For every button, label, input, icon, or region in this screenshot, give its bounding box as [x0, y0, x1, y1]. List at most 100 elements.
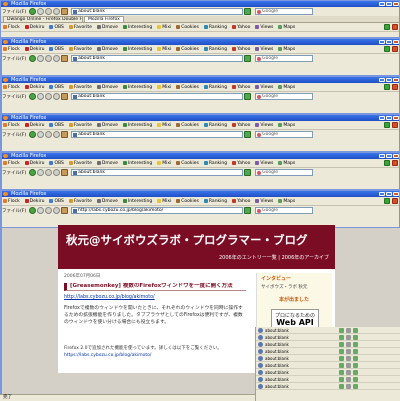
sidebar-link[interactable]: サイボウズ・ラボ 秋元 — [257, 284, 332, 292]
main-bookmark-7[interactable]: Mixi — [155, 23, 173, 31]
file-menu[interactable]: ファイル(F) — [2, 56, 26, 62]
win5-bookmark-4[interactable]: Favorite — [67, 159, 94, 167]
home-button[interactable] — [61, 169, 69, 176]
check-icon[interactable] — [384, 198, 390, 204]
main-bookmark-6[interactable]: Interesting — [121, 23, 154, 31]
go-button[interactable] — [244, 207, 252, 214]
refresh-icon[interactable] — [339, 369, 344, 375]
win5-bookmark-2[interactable]: Dekiru — [23, 159, 47, 167]
main-bookmark-11[interactable]: Views — [253, 23, 275, 31]
window-list-item[interactable]: about:blank — [256, 383, 400, 390]
maximize-button[interactable] — [386, 116, 392, 120]
close-icon[interactable] — [392, 160, 398, 166]
window-list-item[interactable]: about:blank — [256, 348, 400, 355]
win6-bookmark-6[interactable]: Interesting — [121, 197, 154, 205]
close-icon[interactable] — [392, 84, 398, 90]
check-icon[interactable] — [384, 122, 390, 128]
url-bar[interactable]: about:blank — [71, 93, 244, 100]
check-icon[interactable] — [353, 327, 358, 333]
win3-bookmark-7[interactable]: Mixi — [155, 83, 173, 91]
win5-bookmark-11[interactable]: Views — [253, 159, 275, 167]
win6-bookmark-12[interactable]: Maps — [276, 197, 297, 205]
win4-bookmark-11[interactable]: Views — [253, 121, 275, 129]
lock-icon[interactable] — [346, 334, 351, 340]
stop-button[interactable] — [53, 55, 61, 62]
url-bar[interactable]: about:blank — [71, 8, 244, 15]
win6-bookmark-2[interactable]: Dekiru — [23, 197, 47, 205]
win5-bookmark-12[interactable]: Maps — [276, 159, 297, 167]
win4-bookmark-6[interactable]: Interesting — [121, 121, 154, 129]
forward-button[interactable] — [37, 8, 45, 15]
back-button[interactable] — [29, 169, 37, 176]
url-bar[interactable]: about:blank — [71, 131, 244, 138]
url-bar[interactable]: about:blank — [71, 169, 244, 176]
win3-bookmark-3[interactable]: OBS — [47, 83, 65, 91]
win4-bookmark-10[interactable]: Yahoo — [230, 121, 252, 129]
search-input[interactable]: Google — [255, 207, 314, 214]
forward-button[interactable] — [37, 93, 45, 100]
close-icon[interactable] — [392, 198, 398, 204]
file-menu[interactable]: ファイル(F) — [2, 9, 26, 15]
search-input[interactable]: Google — [255, 169, 314, 176]
main-bookmark-2[interactable]: Dekiru — [23, 23, 47, 31]
win2-bookmark-1[interactable]: Flock — [1, 45, 22, 53]
window-list-item[interactable]: about:blank — [256, 369, 400, 376]
win2-bookmark-11[interactable]: Views — [253, 45, 275, 53]
check-icon[interactable] — [353, 383, 358, 389]
reload-button[interactable] — [45, 8, 53, 15]
post-title[interactable]: [Greasemonkey] 複数のFirefoxウィンドウを一度に開く方法 — [64, 283, 246, 291]
close-icon[interactable] — [392, 24, 398, 30]
stop-button[interactable] — [53, 207, 61, 214]
win3-bookmark-9[interactable]: Ranking — [202, 83, 229, 91]
check-icon[interactable] — [384, 46, 390, 52]
refresh-icon[interactable] — [339, 334, 344, 340]
blog-subtitle[interactable]: 2006年のエントリー一覧 | 2006年のアーカイブ — [219, 254, 329, 261]
win2-bookmark-9[interactable]: Ranking — [202, 45, 229, 53]
win2-bookmark-8[interactable]: Cookies — [174, 45, 201, 53]
lock-icon[interactable] — [346, 327, 351, 333]
win3-bookmark-8[interactable]: Cookies — [174, 83, 201, 91]
window-list-item[interactable]: about:blank — [256, 341, 400, 348]
lock-icon[interactable] — [346, 355, 351, 361]
win5-bookmark-6[interactable]: Interesting — [121, 159, 154, 167]
stop-button[interactable] — [53, 8, 61, 15]
window-list-item[interactable]: about:blank — [256, 327, 400, 334]
main-bookmark-8[interactable]: Cookies — [174, 23, 201, 31]
win2-bookmark-10[interactable]: Yahoo — [230, 45, 252, 53]
win6-bookmark-1[interactable]: Flock — [1, 197, 22, 205]
maximize-button[interactable] — [386, 192, 392, 196]
close-icon[interactable] — [392, 122, 398, 128]
win4-bookmark-9[interactable]: Ranking — [202, 121, 229, 129]
win6-bookmark-8[interactable]: Cookies — [174, 197, 201, 205]
go-button[interactable] — [244, 55, 252, 62]
lock-icon[interactable] — [346, 348, 351, 354]
check-icon[interactable] — [353, 348, 358, 354]
search-input[interactable]: Google — [255, 8, 314, 15]
search-input[interactable]: Google — [255, 55, 314, 62]
lock-icon[interactable] — [346, 362, 351, 368]
refresh-icon[interactable] — [339, 376, 344, 382]
win2-bookmark-2[interactable]: Dekiru — [23, 45, 47, 53]
file-menu[interactable]: ファイル(F) — [2, 170, 26, 176]
win6-bookmark-4[interactable]: Favorite — [67, 197, 94, 205]
win3-bookmark-4[interactable]: Favorite — [67, 83, 94, 91]
maximize-button[interactable] — [386, 154, 392, 158]
check-icon[interactable] — [353, 362, 358, 368]
close-button[interactable] — [393, 116, 399, 120]
post-footer-link[interactable]: https://labs.cybozu.co.jp/blog/akimoto/ — [64, 353, 151, 358]
file-menu[interactable]: ファイル(F) — [2, 94, 26, 100]
main-bookmark-1[interactable]: Flock — [1, 23, 22, 31]
win5-bookmark-5[interactable]: Dmove — [95, 159, 120, 167]
win3-bookmark-2[interactable]: Dekiru — [23, 83, 47, 91]
forward-button[interactable] — [37, 55, 45, 62]
main-bookmark-12[interactable]: Maps — [276, 23, 297, 31]
back-button[interactable] — [29, 93, 37, 100]
win6-bookmark-11[interactable]: Views — [253, 197, 275, 205]
win6-bookmark-3[interactable]: OBS — [47, 197, 65, 205]
go-button[interactable] — [244, 131, 252, 138]
stop-button[interactable] — [53, 93, 61, 100]
win5-bookmark-1[interactable]: Flock — [1, 159, 22, 167]
blog-title[interactable]: 秋元@サイボウズラボ・プログラマー・ブログ — [66, 232, 308, 248]
win4-bookmark-1[interactable]: Flock — [1, 121, 22, 129]
win6-bookmark-10[interactable]: Yahoo — [230, 197, 252, 205]
